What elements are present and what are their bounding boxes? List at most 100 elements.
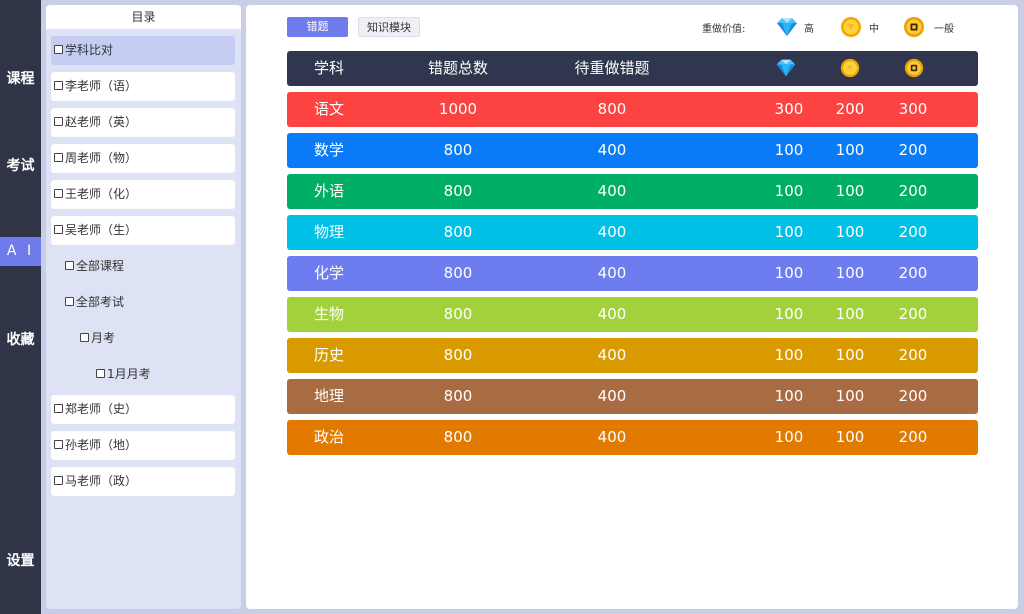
sidebar-item-teacher-zhao[interactable]: 赵老师（英） [51, 108, 235, 137]
checkbox[interactable] [54, 404, 63, 413]
main-panel: 错题 知识模块 重做价值: 高 中 一般 学科 错题总数 待重做错题 语文 10… [246, 5, 1018, 609]
cell-total: 800 [443, 428, 473, 446]
checkbox[interactable] [54, 440, 63, 449]
sidebar-item-label: 王老师（化） [65, 187, 138, 201]
sidebar-item-subject-compare[interactable]: 学科比对 [51, 36, 235, 65]
checkbox[interactable] [54, 117, 63, 126]
redo-value-label: 重做价值: [702, 24, 746, 35]
checkbox[interactable] [54, 81, 63, 90]
table-row[interactable]: 外语 800 400 100 100 200 [287, 174, 978, 209]
cell-subject: 政治 [314, 428, 345, 446]
cell-redo: 400 [597, 305, 627, 323]
cell-subject: 物理 [314, 223, 345, 241]
sidebar-item-all-exams[interactable]: 全部考试 [62, 288, 124, 317]
checkbox[interactable] [96, 369, 105, 378]
cell-subject: 地理 [314, 387, 345, 405]
checkbox[interactable] [54, 153, 63, 162]
sidebar-item-label: 马老师（政） [65, 474, 138, 488]
cell-high: 100 [774, 305, 804, 323]
checkbox[interactable] [65, 261, 74, 270]
cell-subject: 生物 [314, 305, 345, 323]
table-row[interactable]: 语文 1000 800 300 200 300 [287, 92, 978, 127]
checkbox[interactable] [65, 297, 74, 306]
cell-high: 100 [774, 141, 804, 159]
nav-item-exams[interactable]: 考试 [0, 155, 41, 175]
cell-low: 200 [898, 141, 928, 159]
gold-coin-icon [840, 58, 860, 78]
cell-low: 200 [898, 182, 928, 200]
cell-low: 300 [898, 100, 928, 118]
table-row[interactable]: 生物 800 400 100 100 200 [287, 297, 978, 332]
cell-low: 200 [898, 428, 928, 446]
sidebar-item-teacher-ma[interactable]: 马老师（政） [51, 467, 235, 496]
sidebar-item-label: 全部考试 [76, 295, 125, 309]
sidebar-title: 目录 [46, 5, 241, 29]
cell-mid: 100 [835, 305, 865, 323]
cell-mid: 100 [835, 182, 865, 200]
sidebar-item-teacher-wang[interactable]: 王老师（化） [51, 180, 235, 209]
diamond-icon [777, 18, 797, 36]
cell-total: 800 [443, 305, 473, 323]
table-row[interactable]: 化学 800 400 100 100 200 [287, 256, 978, 291]
cell-mid: 100 [835, 264, 865, 282]
cell-redo: 400 [597, 387, 627, 405]
table-row[interactable]: 数学 800 400 100 100 200 [287, 133, 978, 168]
sidebar-item-teacher-sun[interactable]: 孙老师（地） [51, 431, 235, 460]
checkbox[interactable] [54, 189, 63, 198]
sidebar-item-label: 赵老师（英） [65, 115, 138, 129]
cell-total: 800 [443, 264, 473, 282]
sidebar-item-label: 周老师（物） [65, 151, 138, 165]
sidebar-item-monthly-exam[interactable]: 月考 [77, 324, 115, 353]
cell-total: 800 [443, 387, 473, 405]
sidebar-item-label: 1月月考 [107, 367, 151, 381]
table-row[interactable]: 历史 800 400 100 100 200 [287, 338, 978, 373]
cell-low: 200 [898, 387, 928, 405]
left-nav: 课程 考试 A I 收藏 设置 [0, 0, 41, 614]
table-row[interactable]: 物理 800 400 100 100 200 [287, 215, 978, 250]
header-total-wrong: 错题总数 [427, 59, 488, 77]
sidebar-item-teacher-li[interactable]: 李老师（语） [51, 72, 235, 101]
legend-mid-label: 中 [869, 24, 879, 35]
sidebar-item-teacher-wu[interactable]: 吴老师（生） [51, 216, 235, 245]
sidebar-item-teacher-zheng[interactable]: 郑老师（史） [51, 395, 235, 424]
checkbox[interactable] [54, 476, 63, 485]
nav-item-courses[interactable]: 课程 [0, 68, 41, 88]
cell-low: 200 [898, 223, 928, 241]
sidebar-item-label: 学科比对 [65, 43, 114, 57]
table-row[interactable]: 政治 800 400 100 100 200 [287, 420, 978, 455]
cell-low: 200 [898, 264, 928, 282]
cell-subject: 化学 [314, 264, 345, 282]
sidebar-item-label: 吴老师（生） [65, 223, 138, 237]
cell-subject: 外语 [314, 182, 345, 200]
cell-total: 1000 [438, 100, 478, 118]
cell-mid: 100 [835, 223, 865, 241]
checkbox[interactable] [80, 333, 89, 342]
cell-redo: 400 [597, 182, 627, 200]
cell-redo: 400 [597, 141, 627, 159]
tab-knowledge-modules[interactable]: 知识模块 [358, 17, 420, 37]
copper-coin-icon [904, 58, 924, 78]
checkbox[interactable] [54, 225, 63, 234]
cell-redo: 800 [597, 100, 627, 118]
sidebar-item-label: 月考 [91, 331, 116, 345]
nav-item-favorites[interactable]: 收藏 [0, 329, 41, 349]
cell-subject: 数学 [314, 141, 345, 159]
gold-coin-icon [841, 17, 861, 37]
catalog-sidebar: 目录 学科比对 李老师（语） 赵老师（英） 周老师（物） 王老师（化） 吴老师（… [46, 5, 241, 609]
cell-high: 100 [774, 264, 804, 282]
tab-wrong-questions[interactable]: 错题 [287, 17, 348, 37]
checkbox[interactable] [54, 45, 63, 54]
table-row[interactable]: 地理 800 400 100 100 200 [287, 379, 978, 414]
cell-total: 800 [443, 182, 473, 200]
sidebar-item-all-courses[interactable]: 全部课程 [62, 252, 124, 281]
nav-item-ai[interactable]: A I [0, 237, 41, 266]
cell-mid: 100 [835, 346, 865, 364]
cell-total: 800 [443, 346, 473, 364]
cell-redo: 400 [597, 346, 627, 364]
sidebar-item-teacher-zhou[interactable]: 周老师（物） [51, 144, 235, 173]
cell-high: 100 [774, 387, 804, 405]
nav-item-settings[interactable]: 设置 [0, 550, 41, 570]
cell-high: 100 [774, 346, 804, 364]
sidebar-item-january-exam[interactable]: 1月月考 [93, 360, 151, 389]
cell-subject: 语文 [314, 100, 345, 118]
